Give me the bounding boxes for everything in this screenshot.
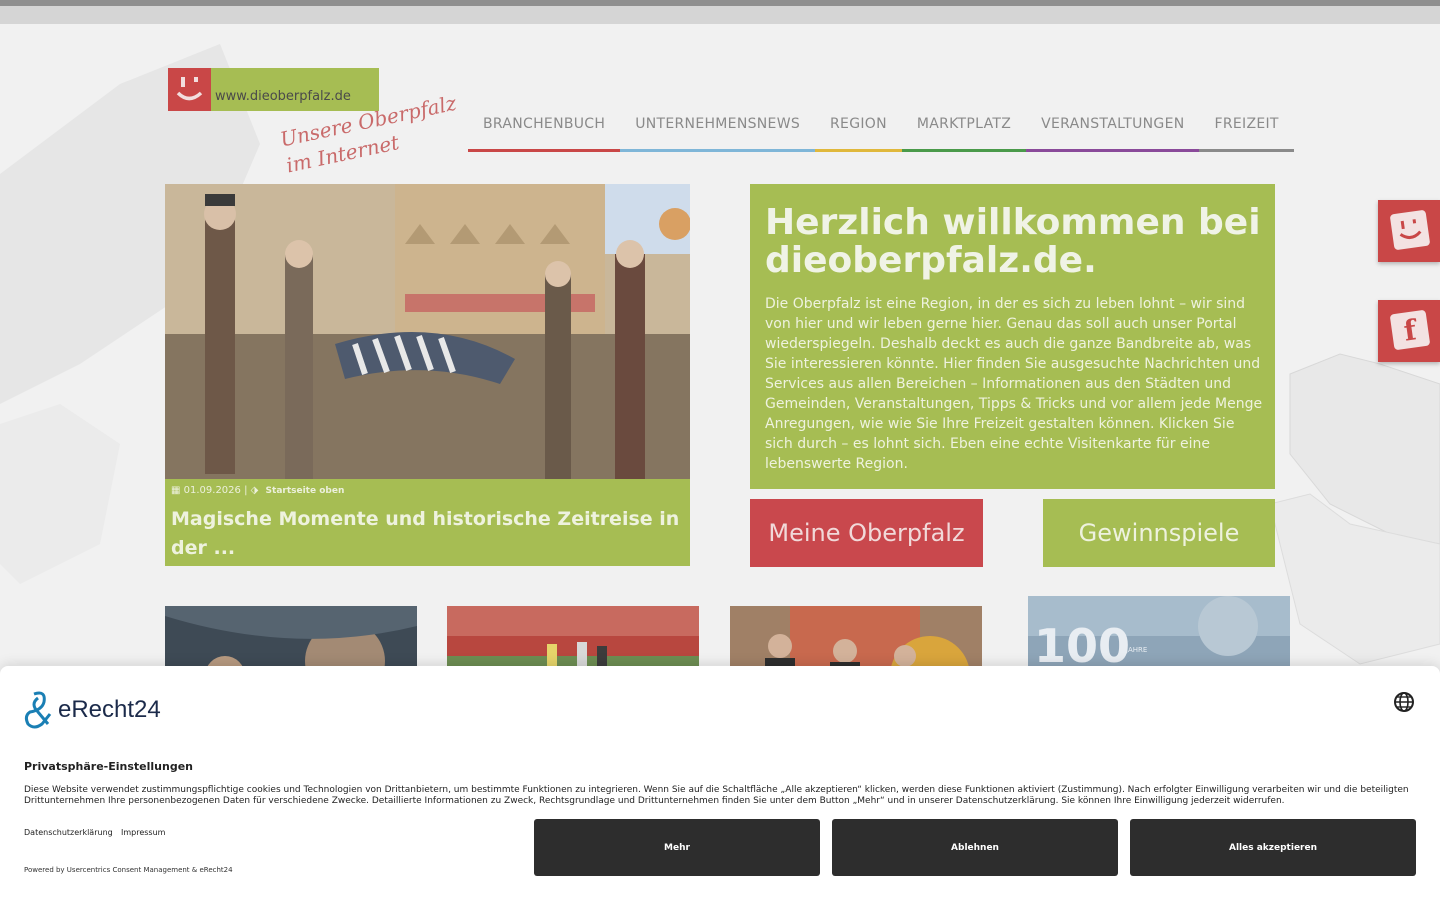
logo-url-text: www.dieoberpfalz.de bbox=[215, 89, 351, 104]
smiley-icon bbox=[1389, 209, 1431, 251]
thumb4-sub: JAHRE bbox=[1125, 646, 1147, 654]
erecht24-brand: eRecht24 bbox=[58, 696, 161, 723]
facebook-letter: f bbox=[1401, 313, 1419, 348]
welcome-text: Die Oberpfalz ist eine Region, in der es… bbox=[765, 296, 1263, 472]
accept-all-button[interactable]: Alles akzeptieren bbox=[1130, 819, 1416, 876]
site-logo[interactable]: www.dieoberpfalz.de Unsere Oberpfalz im … bbox=[168, 68, 468, 177]
consent-title: Privatsphäre-Einstellungen bbox=[24, 760, 193, 773]
hero-date: 01.09.2026 bbox=[183, 485, 241, 496]
nav-item-label: MARKTPLATZ bbox=[916, 116, 1012, 132]
hero-caption: ▦ 01.09.2026 | ⬗ Startseite oben Magisch… bbox=[165, 479, 690, 566]
hero-category[interactable]: Startseite oben bbox=[266, 486, 345, 496]
thumb4-badge: 100 bbox=[1034, 619, 1130, 673]
browser-top-strip-light bbox=[0, 6, 1440, 24]
tag-icon: ⬗ bbox=[250, 485, 259, 496]
hero-meta: ▦ 01.09.2026 | ⬗ Startseite oben bbox=[171, 485, 345, 496]
side-tab-facebook[interactable]: f bbox=[1378, 300, 1440, 362]
language-globe-icon[interactable] bbox=[1393, 691, 1415, 713]
nav-item-label: BRANCHENBUCH bbox=[483, 116, 606, 132]
nav-underline bbox=[901, 149, 1027, 152]
smiley-icon bbox=[168, 68, 211, 111]
nav-item-branchenbuch[interactable]: BRANCHENBUCH bbox=[468, 108, 621, 152]
nav-item-marktplatz[interactable]: MARKTPLATZ bbox=[901, 108, 1027, 152]
nav-underline bbox=[620, 149, 816, 152]
calendar-icon: ▦ bbox=[171, 485, 181, 496]
decline-button[interactable]: Ablehnen bbox=[832, 819, 1118, 876]
nav-item-label: VERANSTALTUNGEN bbox=[1041, 116, 1185, 132]
meine-oberpfalz-button[interactable]: Meine Oberpfalz bbox=[750, 499, 983, 567]
main-navigation: BRANCHENBUCH UNTERNEHMENSNEWS REGION MAR… bbox=[468, 108, 1294, 154]
consent-banner: eRecht24 Privatsphäre-Einstellungen Dies… bbox=[0, 666, 1440, 900]
hero-article[interactable]: ▦ 01.09.2026 | ⬗ Startseite oben Magisch… bbox=[165, 184, 690, 566]
more-button[interactable]: Mehr bbox=[534, 819, 820, 876]
gewinnspiele-button[interactable]: Gewinnspiele bbox=[1043, 499, 1275, 567]
consent-text: Diese Website verwendet zustimmungspflic… bbox=[24, 785, 1409, 806]
privacy-policy-link[interactable]: Datenschutzerklärung bbox=[24, 828, 113, 837]
nav-underline bbox=[1026, 149, 1200, 152]
consent-powered-by: Powered by Usercentrics Consent Manageme… bbox=[24, 866, 233, 874]
nav-item-label: REGION bbox=[830, 116, 887, 132]
nav-underline bbox=[815, 149, 902, 152]
welcome-box: Herzlich willkommen bei dieoberpfalz.de.… bbox=[750, 184, 1275, 489]
nav-item-veranstaltungen[interactable]: VERANSTALTUNGEN bbox=[1026, 108, 1200, 152]
nav-underline bbox=[1199, 149, 1294, 152]
nav-item-label: UNTERNEHMENSNEWS bbox=[635, 116, 801, 132]
facebook-icon: f bbox=[1389, 309, 1431, 351]
nav-item-label: FREIZEIT bbox=[1214, 116, 1279, 132]
erecht24-mark-icon bbox=[24, 691, 52, 729]
nav-item-unternehmensnews[interactable]: UNTERNEHMENSNEWS bbox=[620, 108, 816, 152]
hero-image[interactable] bbox=[165, 184, 690, 479]
nav-item-region[interactable]: REGION bbox=[815, 108, 902, 152]
nav-item-freizeit[interactable]: FREIZEIT bbox=[1199, 108, 1294, 152]
nav-underline bbox=[468, 149, 621, 152]
erecht24-logo: eRecht24 bbox=[24, 690, 224, 730]
hero-title[interactable]: Magische Momente und historische Zeitrei… bbox=[171, 505, 681, 563]
side-tab-smiley[interactable] bbox=[1378, 200, 1440, 262]
welcome-title: Herzlich willkommen bei dieoberpfalz.de. bbox=[765, 202, 1261, 281]
imprint-link[interactable]: Impressum bbox=[121, 828, 165, 837]
